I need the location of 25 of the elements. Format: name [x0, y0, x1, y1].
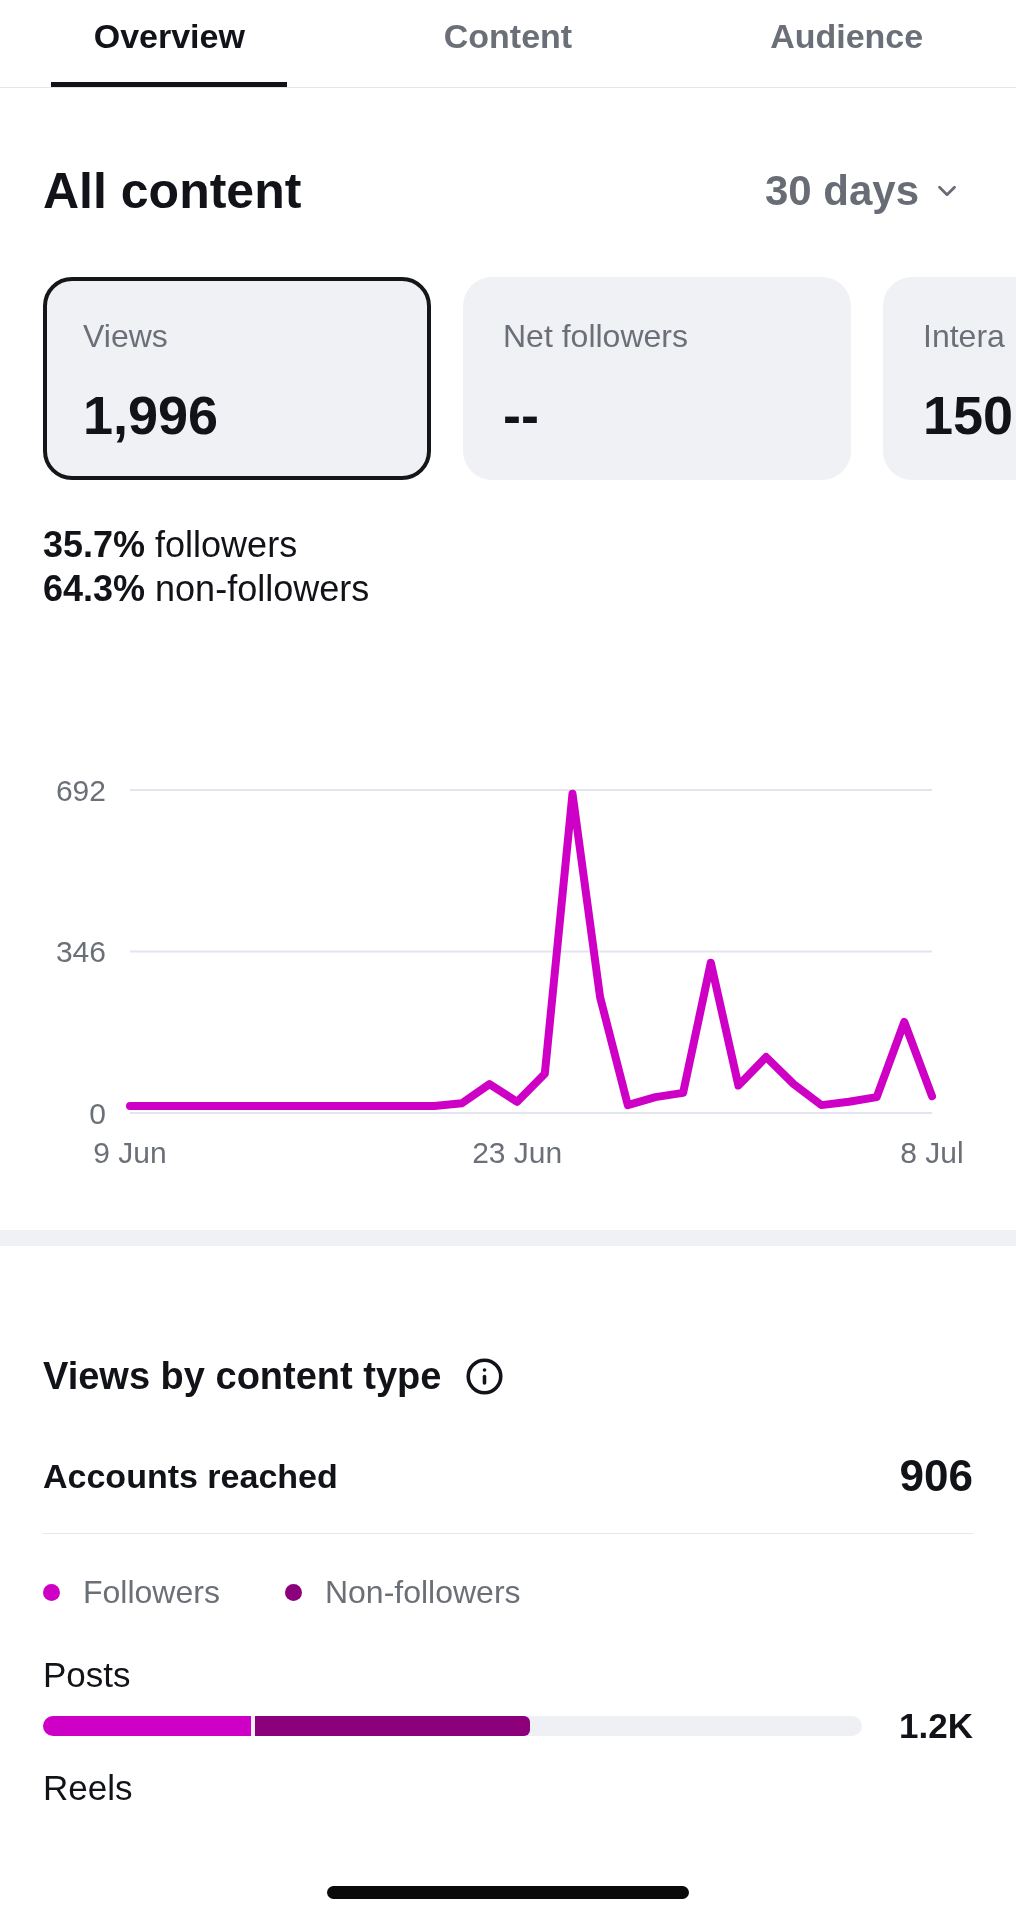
legend-label: Followers	[83, 1573, 220, 1612]
y-axis-label: 0	[89, 1096, 106, 1130]
period-dropdown[interactable]: 30 days	[764, 165, 962, 217]
content-type-label: Posts	[43, 1654, 131, 1696]
metric-card[interactable]: Net followers --	[463, 277, 851, 480]
section-heading: Views by content type	[43, 1354, 442, 1399]
content-type-value: 1.2K	[899, 1706, 973, 1746]
audience-share-text: 35.7% followers	[43, 523, 298, 567]
metric-label: Accounts reached	[43, 1455, 338, 1497]
info-icon[interactable]	[465, 1356, 505, 1396]
x-axis-label: 9 Jun	[93, 1135, 167, 1169]
content-type-label: Reels	[43, 1767, 133, 1809]
metric-card[interactable]: Intera 150	[883, 277, 1016, 480]
x-axis-label: 23 Jun	[472, 1135, 563, 1169]
y-axis-label: 692	[55, 773, 106, 807]
x-axis-label: 8 Jul	[900, 1135, 964, 1169]
metric-value: 906	[899, 1449, 973, 1502]
section-heading: All content	[43, 162, 302, 221]
y-axis-label: 346	[55, 935, 106, 968]
tab[interactable]: Audience	[728, 0, 965, 87]
audience-share-text: 64.3% non-followers	[43, 567, 370, 611]
legend-label: Non-followers	[324, 1573, 521, 1612]
tab[interactable]: Content	[390, 0, 626, 87]
metric-card[interactable]: Views 1,996	[43, 277, 431, 480]
tab[interactable]: Overview	[51, 0, 288, 87]
